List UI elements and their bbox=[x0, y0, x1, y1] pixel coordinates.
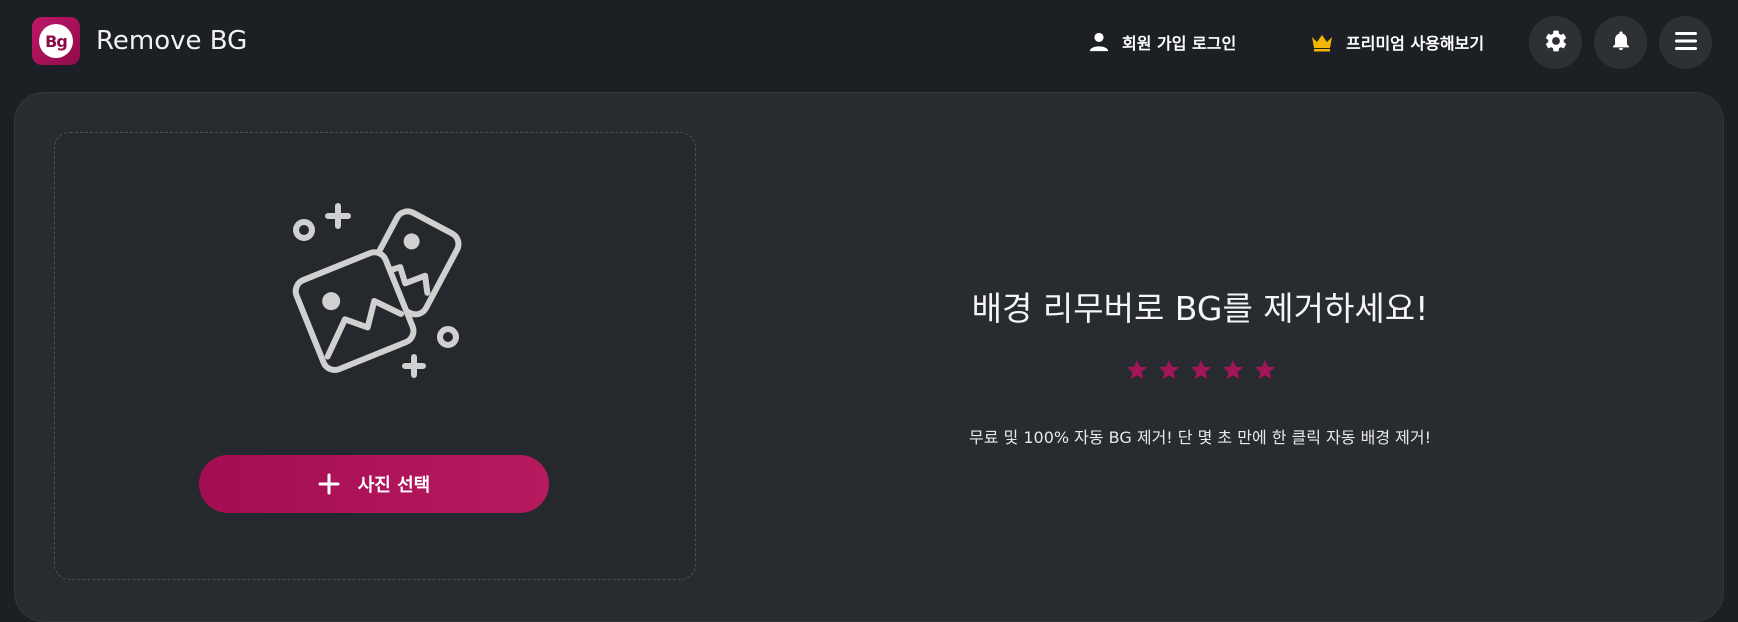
star-icon bbox=[1127, 360, 1147, 379]
select-photo-label: 사진 선택 bbox=[357, 475, 431, 496]
rating-stars bbox=[1125, 358, 1277, 382]
bell-icon bbox=[1610, 29, 1632, 57]
images-icon bbox=[280, 192, 470, 382]
logo-mark: Bg bbox=[39, 24, 73, 58]
premium-label: 프리미엄 사용해보기 bbox=[1346, 34, 1485, 53]
gear-icon bbox=[1543, 28, 1569, 58]
app-title: Remove BG bbox=[96, 26, 248, 56]
settings-button[interactable] bbox=[1529, 16, 1582, 69]
notifications-button[interactable] bbox=[1594, 16, 1647, 69]
star-icon bbox=[1223, 360, 1243, 379]
signup-login-link[interactable]: 회원 가입 로그인 bbox=[1088, 28, 1236, 56]
star-icon bbox=[1159, 360, 1179, 379]
headline: 배경 리무버로 BG를 제거하세요! bbox=[971, 289, 1429, 328]
premium-link[interactable]: 프리미엄 사용해보기 bbox=[1310, 28, 1484, 56]
crown-icon bbox=[1310, 32, 1334, 52]
star-icon bbox=[1255, 360, 1275, 379]
signup-login-label: 회원 가입 로그인 bbox=[1122, 34, 1237, 53]
menu-button[interactable] bbox=[1659, 16, 1712, 69]
select-photo-button[interactable]: 사진 선택 bbox=[199, 455, 549, 513]
star-icon bbox=[1191, 360, 1211, 379]
app-logo[interactable]: Bg bbox=[32, 17, 80, 65]
hamburger-menu-icon bbox=[1674, 30, 1698, 56]
top-bar: Bg Remove BG 회원 가입 로그인 프리미엄 사용해보기 bbox=[0, 0, 1738, 84]
plus-icon bbox=[318, 473, 340, 495]
user-icon bbox=[1088, 31, 1110, 53]
promo-description: 무료 및 100% 자동 BG 제거! 단 몇 초 만에 한 클릭 자동 배경 … bbox=[969, 428, 1431, 447]
